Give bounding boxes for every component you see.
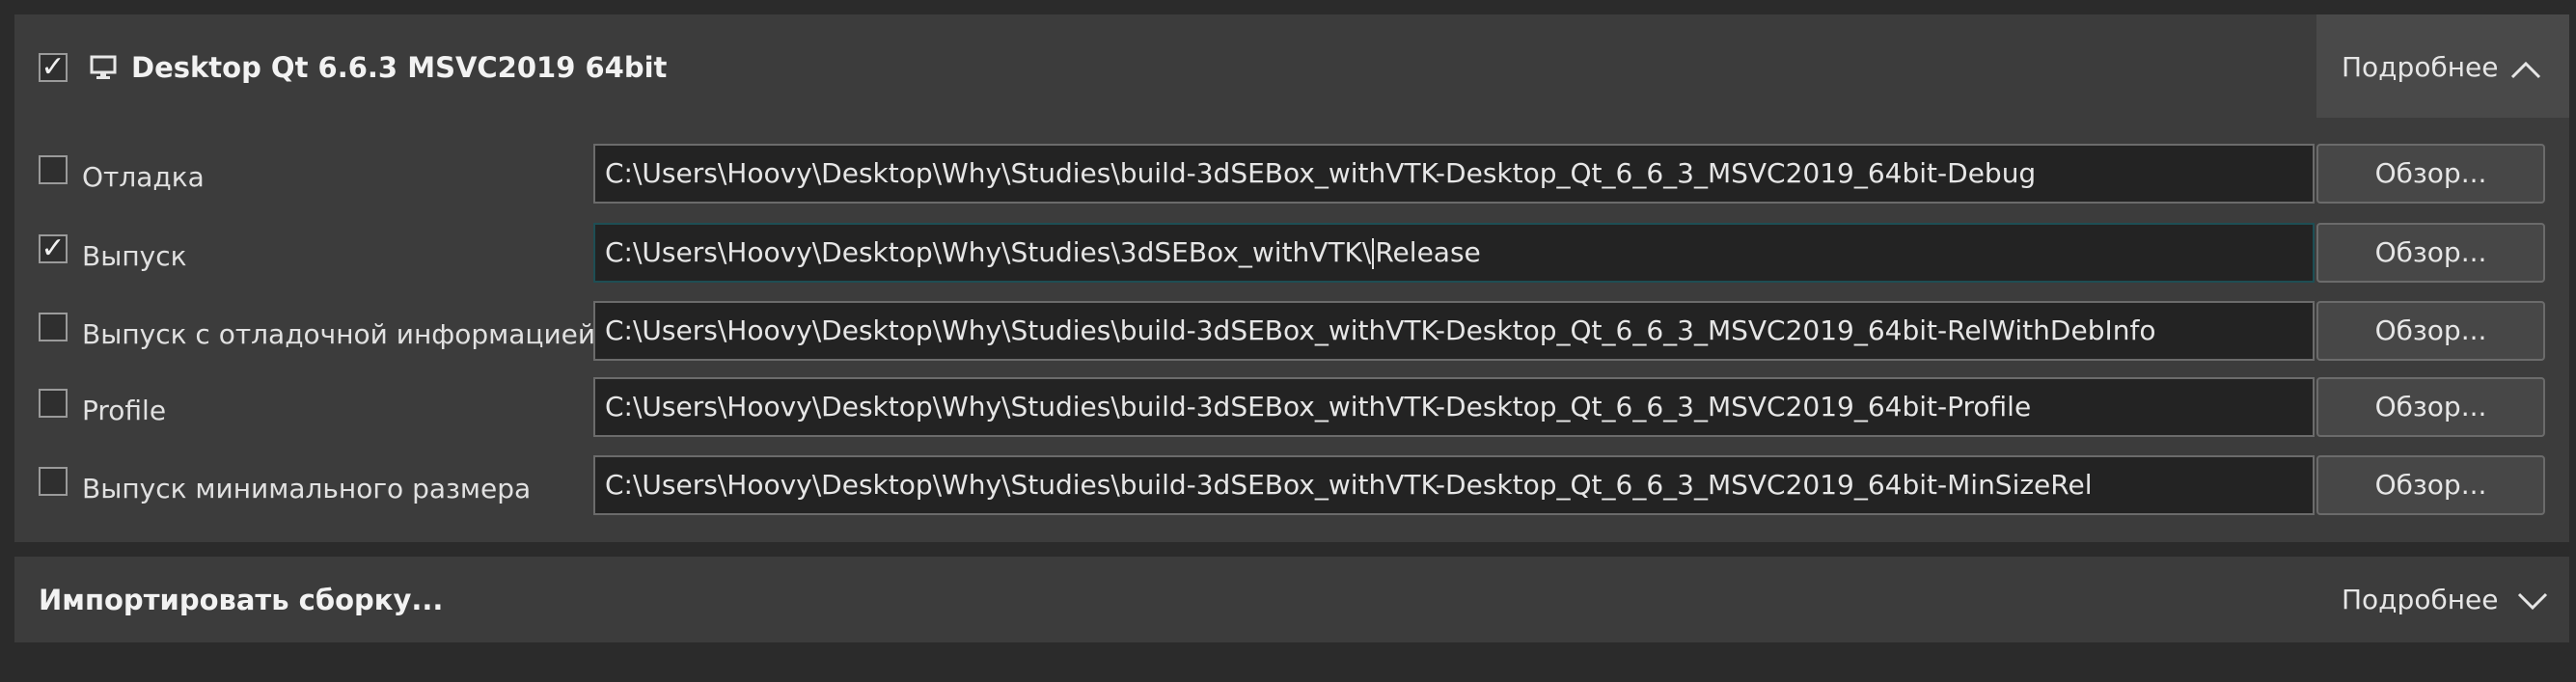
path-text: C:\Users\Hoovy\Desktop\Why\Studies\build… (605, 391, 2032, 423)
build-config-checkbox[interactable] (39, 313, 68, 341)
build-config-row: Выпуск минимального размера C:\Users\Hoov… (14, 455, 2569, 523)
import-build-panel[interactable]: Импортировать сборку... Подробнее (14, 557, 2569, 642)
build-config-label: Profile (82, 395, 167, 426)
kit-checkbox[interactable]: ✓ (39, 53, 68, 82)
path-text: C:\Users\Hoovy\Desktop\Why\Studies\3dSEB… (605, 236, 1372, 268)
build-directory-input[interactable]: C:\Users\Hoovy\Desktop\Why\Studies\build… (593, 455, 2315, 515)
build-directory-input[interactable]: C:\Users\Hoovy\Desktop\Why\Studies\build… (593, 144, 2315, 204)
import-details-label[interactable]: Подробнее (2342, 584, 2498, 615)
import-build-title: Импортировать сборку... (39, 584, 444, 616)
kit-title: Desktop Qt 6.6.3 MSVC2019 64bit (131, 51, 668, 84)
kit-header: ✓ Desktop Qt 6.6.3 MSVC2019 64bit Подроб… (14, 14, 2569, 118)
chevron-up-icon (2510, 61, 2541, 79)
build-config-label: Выпуск с отладочной информацией (82, 318, 596, 350)
browse-button[interactable]: Обзор... (2316, 377, 2545, 437)
browse-button[interactable]: Обзор... (2316, 455, 2545, 515)
build-config-label: Выпуск минимального размера (82, 473, 532, 505)
build-directory-input[interactable]: C:\Users\Hoovy\Desktop\Why\Studies\build… (593, 377, 2315, 437)
build-config-row: Выпуск с отладочной информацией C:\Users\… (14, 301, 2569, 368)
build-config-row: ✓ Выпуск C:\Users\Hoovy\Desktop\Why\Studie… (14, 223, 2569, 290)
build-config-row: Отладка C:\Users\Hoovy\Desktop\Why\Studie… (14, 144, 2569, 211)
build-config-checkbox[interactable] (39, 155, 68, 184)
browse-button[interactable]: Обзор... (2316, 144, 2545, 204)
monitor-icon (90, 55, 117, 79)
path-text: C:\Users\Hoovy\Desktop\Why\Studies\build… (605, 314, 2156, 346)
build-config-checkbox[interactable]: ✓ (39, 234, 68, 263)
details-label: Подробнее (2342, 51, 2499, 83)
browse-button[interactable]: Обзор... (2316, 301, 2545, 361)
chevron-down-icon[interactable] (2516, 591, 2549, 613)
path-text: C:\Users\Hoovy\Desktop\Why\Studies\build… (605, 157, 2037, 189)
path-text: C:\Users\Hoovy\Desktop\Why\Studies\build… (605, 469, 2093, 501)
build-config-checkbox[interactable] (39, 389, 68, 418)
path-text-after-caret: Release (1375, 236, 1481, 268)
build-config-row: Profile C:\Users\Hoovy\Desktop\Why\Studie… (14, 377, 2569, 445)
build-config-checkbox[interactable] (39, 467, 68, 496)
kit-panel: ✓ Desktop Qt 6.6.3 MSVC2019 64bit Подроб… (14, 14, 2569, 542)
kit-details-button[interactable]: Подробнее (2316, 14, 2569, 118)
build-config-label: Выпуск (82, 240, 187, 272)
build-config-label: Отладка (82, 161, 205, 193)
browse-button[interactable]: Обзор... (2316, 223, 2545, 283)
build-directory-input[interactable]: C:\Users\Hoovy\Desktop\Why\Studies\3dSEB… (593, 223, 2315, 283)
build-directory-input[interactable]: C:\Users\Hoovy\Desktop\Why\Studies\build… (593, 301, 2315, 361)
